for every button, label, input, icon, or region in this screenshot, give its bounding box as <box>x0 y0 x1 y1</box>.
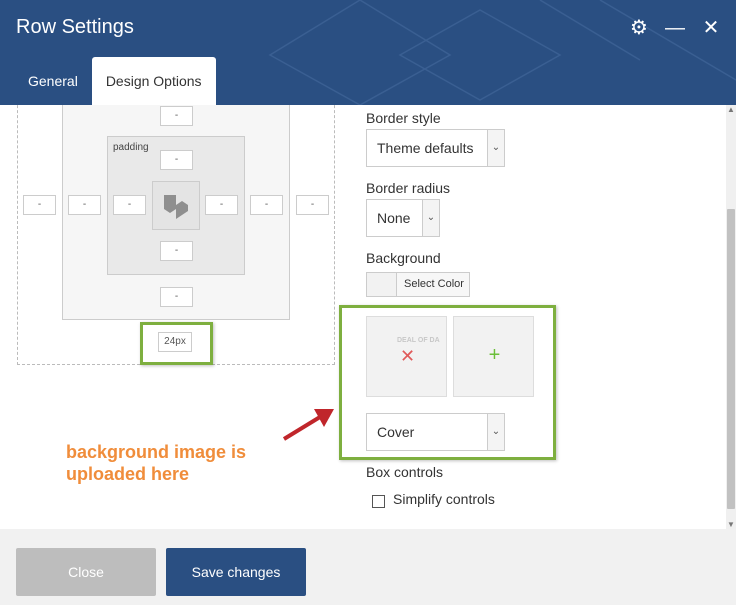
select-color-label: Select Color <box>404 278 464 290</box>
border-radius-label: Border radius <box>366 180 451 196</box>
border-bottom-input[interactable]: - <box>160 287 193 307</box>
dialog-footer: Close Save changes <box>0 529 736 605</box>
annotation-text: background image is uploaded here <box>66 441 246 485</box>
gear-icon[interactable]: ⚙ <box>628 16 650 40</box>
tab-general[interactable]: General <box>14 57 92 105</box>
chevron-down-icon: ⌄ <box>422 200 439 236</box>
close-button[interactable]: Close <box>16 548 156 596</box>
box-controls-label: Box controls <box>366 464 444 480</box>
border-top-input[interactable]: - <box>160 106 193 126</box>
dialog-content: padding - - - - - - - - - - 24px Border … <box>0 105 736 529</box>
background-label: Background <box>366 250 441 266</box>
border-style-value: Theme defaults <box>377 140 474 156</box>
tab-design-options[interactable]: Design Options <box>91 57 216 105</box>
annotation-arrow-icon <box>282 409 334 441</box>
scroll-up-icon[interactable]: ▲ <box>727 105 735 114</box>
margin-right-input[interactable]: - <box>296 195 329 215</box>
background-highlight-box <box>339 305 556 460</box>
border-radius-select[interactable]: None ⌄ <box>366 199 440 237</box>
border-right-input[interactable]: - <box>250 195 283 215</box>
color-swatch <box>367 273 397 296</box>
margin-left-input[interactable]: - <box>23 195 56 215</box>
select-color-button[interactable]: Select Color <box>366 272 470 297</box>
border-style-select[interactable]: Theme defaults ⌄ <box>366 129 505 167</box>
logo-icon <box>152 181 200 230</box>
margin-highlight-box <box>140 322 213 365</box>
simplify-controls-label: Simplify controls <box>393 491 495 507</box>
padding-top-input[interactable]: - <box>160 150 193 170</box>
scrollbar[interactable]: ▲ ▼ <box>726 105 736 529</box>
padding-left-input[interactable]: - <box>113 195 146 215</box>
annotation-line-1: background image is <box>66 442 247 462</box>
padding-right-input[interactable]: - <box>205 195 238 215</box>
annotation-line-2: uploaded here <box>66 464 190 484</box>
border-style-label: Border style <box>366 110 441 126</box>
padding-bottom-input[interactable]: - <box>160 241 193 261</box>
chevron-down-icon: ⌄ <box>487 130 504 166</box>
scrollbar-thumb[interactable] <box>727 209 735 509</box>
dialog-title: Row Settings <box>16 16 134 38</box>
border-left-input[interactable]: - <box>68 195 101 215</box>
border-radius-value: None <box>377 210 411 226</box>
simplify-controls-checkbox[interactable] <box>372 495 385 508</box>
dialog-header: Row Settings ⚙ — ✕ General Design Option… <box>0 0 736 105</box>
minimize-icon[interactable]: — <box>664 16 686 40</box>
padding-label: padding <box>113 142 149 153</box>
scroll-down-icon[interactable]: ▼ <box>727 520 735 529</box>
close-icon[interactable]: ✕ <box>700 16 722 40</box>
save-changes-button[interactable]: Save changes <box>166 548 306 596</box>
